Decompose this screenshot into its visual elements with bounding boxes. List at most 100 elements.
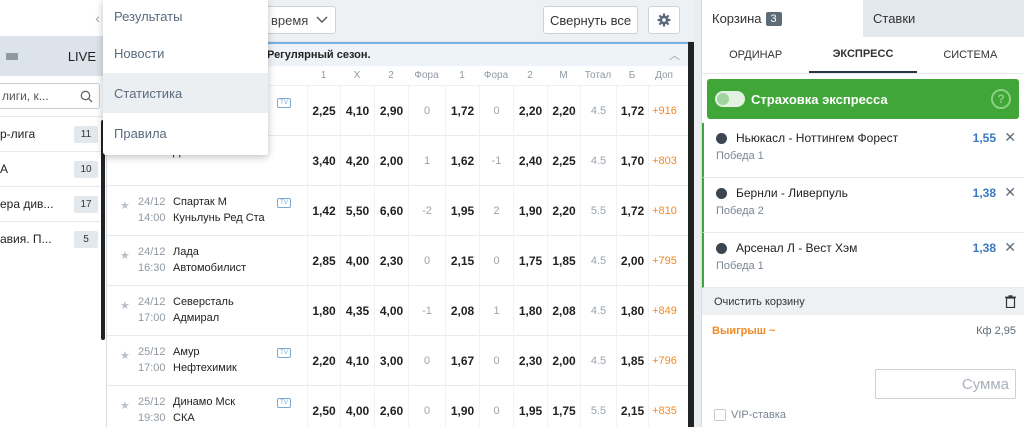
favorite-star-icon[interactable]: ★ [120,199,130,212]
vip-bet-option[interactable]: VIP-ставка [714,409,1024,421]
odds-cell[interactable]: 1,75 [513,236,547,286]
settings-button[interactable] [648,6,680,34]
match-teams[interactable]: Спартак М Куньлунь Ред Ста [173,194,265,226]
match-row[interactable]: ★ 25/12 19:30 Динамо Мск СКА TV 2,50 4,00 2,60 0 1… [107,386,694,427]
odds-cell[interactable]: 1,72 [616,186,648,236]
odds-cell[interactable]: 2,00 [374,136,408,186]
match-teams[interactable]: Амур Нефтехимик [173,344,265,376]
search-input[interactable]: лиги, к... [0,83,100,109]
stake-input[interactable]: Сумма [875,369,1016,399]
odds-cell[interactable]: 1,70 [616,136,648,186]
close-icon[interactable]: ✕ [1004,239,1016,256]
odds-cell[interactable]: 1,75 [547,386,580,427]
more-markets-link[interactable]: +795 [648,236,680,286]
odds-cell[interactable]: 1,85 [547,236,580,286]
close-icon[interactable]: ✕ [1004,184,1016,201]
odds-cell[interactable]: 1,80 [513,286,547,336]
favorite-star-icon[interactable]: ★ [120,399,130,412]
tab-express[interactable]: ЭКСПРЕСС [809,37,917,73]
odds-cell[interactable]: 1,95 [513,386,547,427]
odds-cell[interactable]: 2,20 [547,86,580,136]
favorite-star-icon[interactable]: ★ [120,349,130,362]
more-markets-link[interactable]: +916 [648,86,680,136]
odds-cell[interactable]: 2,25 [547,136,580,186]
odds-cell[interactable]: 2,60 [374,386,408,427]
menu-item-news[interactable]: Новости [103,33,268,73]
odds-cell[interactable]: 2,30 [513,336,547,386]
favorite-star-icon[interactable]: ★ [120,249,130,262]
odds-cell[interactable]: 2,25 [307,86,340,136]
help-icon[interactable]: ? [991,89,1011,109]
odds-cell[interactable]: 1,95 [445,186,479,236]
odds-cell[interactable]: 2,15 [445,236,479,286]
match-row[interactable]: ★ 24/12 14:00 Спартак М Куньлунь Ред Ста TV 1,… [107,186,694,236]
tv-icon[interactable]: TV [277,198,291,208]
league-row[interactable]: A 10 [0,151,106,186]
tab-cart[interactable]: Корзина 3 [702,0,863,37]
odds-cell[interactable]: 2,50 [307,386,340,427]
odds-cell[interactable]: 6,60 [374,186,408,236]
match-teams[interactable]: Динамо Мск СКА [173,394,265,426]
odds-cell[interactable]: 1,80 [616,286,648,336]
odds-cell[interactable]: 1,80 [307,286,340,336]
odds-cell[interactable]: 1,90 [445,386,479,427]
live-row[interactable]: LIVE [0,36,106,76]
tv-icon[interactable]: TV [277,398,291,408]
time-filter-select[interactable]: время [264,6,336,34]
tab-single[interactable]: ОРДИНАР [702,37,809,73]
menu-item-rules[interactable]: Правила [103,113,268,153]
odds-cell[interactable]: 2,90 [374,86,408,136]
more-markets-link[interactable]: +803 [648,136,680,186]
odds-cell[interactable]: 1,42 [307,186,340,236]
odds-cell[interactable]: 2,00 [547,336,580,386]
league-row[interactable]: авия. П... 5 [0,221,106,256]
odds-cell[interactable]: 2,40 [513,136,547,186]
odds-cell[interactable]: 2,15 [616,386,648,427]
odds-cell[interactable]: 2,08 [445,286,479,336]
match-teams[interactable]: Северсталь Адмирал [173,294,265,326]
odds-cell[interactable]: 1,72 [445,86,479,136]
more-markets-link[interactable]: +849 [648,286,680,336]
back-chevron-icon[interactable]: ‹ [95,10,100,26]
more-markets-link[interactable]: +835 [648,386,680,427]
odds-cell[interactable]: 4,00 [374,286,408,336]
vip-checkbox[interactable] [714,409,726,421]
odds-cell[interactable]: 4,20 [340,136,374,186]
odds-cell[interactable]: 4,10 [340,86,374,136]
odds-cell[interactable]: 3,40 [307,136,340,186]
insurance-toggle[interactable] [715,91,745,107]
odds-cell[interactable]: 2,00 [616,236,648,286]
odds-cell[interactable]: 1,90 [513,186,547,236]
odds-cell[interactable]: 4,00 [340,236,374,286]
odds-cell[interactable]: 3,00 [374,336,408,386]
tab-bets[interactable]: Ставки [863,0,1024,37]
tv-icon[interactable]: TV [277,348,291,358]
close-icon[interactable]: ✕ [1004,129,1016,146]
match-row[interactable]: ★ 24/12 17:00 Северсталь Адмирал 1,80 4,35 4,00… [107,286,694,336]
odds-cell[interactable]: 5,50 [340,186,374,236]
odds-cell[interactable]: 1,67 [445,336,479,386]
odds-cell[interactable]: 1,72 [616,86,648,136]
odds-cell[interactable]: 2,08 [547,286,580,336]
odds-cell[interactable]: 4,10 [340,336,374,386]
more-markets-link[interactable]: +796 [648,336,680,386]
match-row[interactable]: ★ 24/12 16:30 Лада Автомобилист 2,85 4,00 2,30 0… [107,236,694,286]
league-row[interactable]: ера див... 17 [0,186,106,221]
tab-system[interactable]: СИСТЕМА [917,37,1024,73]
odds-cell[interactable]: 2,20 [547,186,580,236]
odds-cell[interactable]: 1,85 [616,336,648,386]
league-row[interactable]: р-лига 11 [0,116,106,151]
more-markets-link[interactable]: +810 [648,186,680,236]
menu-item-results[interactable]: Результаты [103,0,268,33]
match-teams[interactable]: Лада Автомобилист [173,244,265,276]
odds-cell[interactable]: 2,30 [374,236,408,286]
collapse-chevron-icon[interactable]: ︿ [669,47,680,63]
clear-cart-row[interactable]: Очистить корзину [702,288,1024,315]
odds-cell[interactable]: 2,20 [307,336,340,386]
events-scrollbar[interactable] [688,42,694,427]
favorite-star-icon[interactable]: ★ [120,299,130,312]
odds-cell[interactable]: 2,20 [513,86,547,136]
odds-cell[interactable]: 1,62 [445,136,479,186]
collapse-all-button[interactable]: Свернуть все [543,6,638,34]
odds-cell[interactable]: 4,35 [340,286,374,336]
